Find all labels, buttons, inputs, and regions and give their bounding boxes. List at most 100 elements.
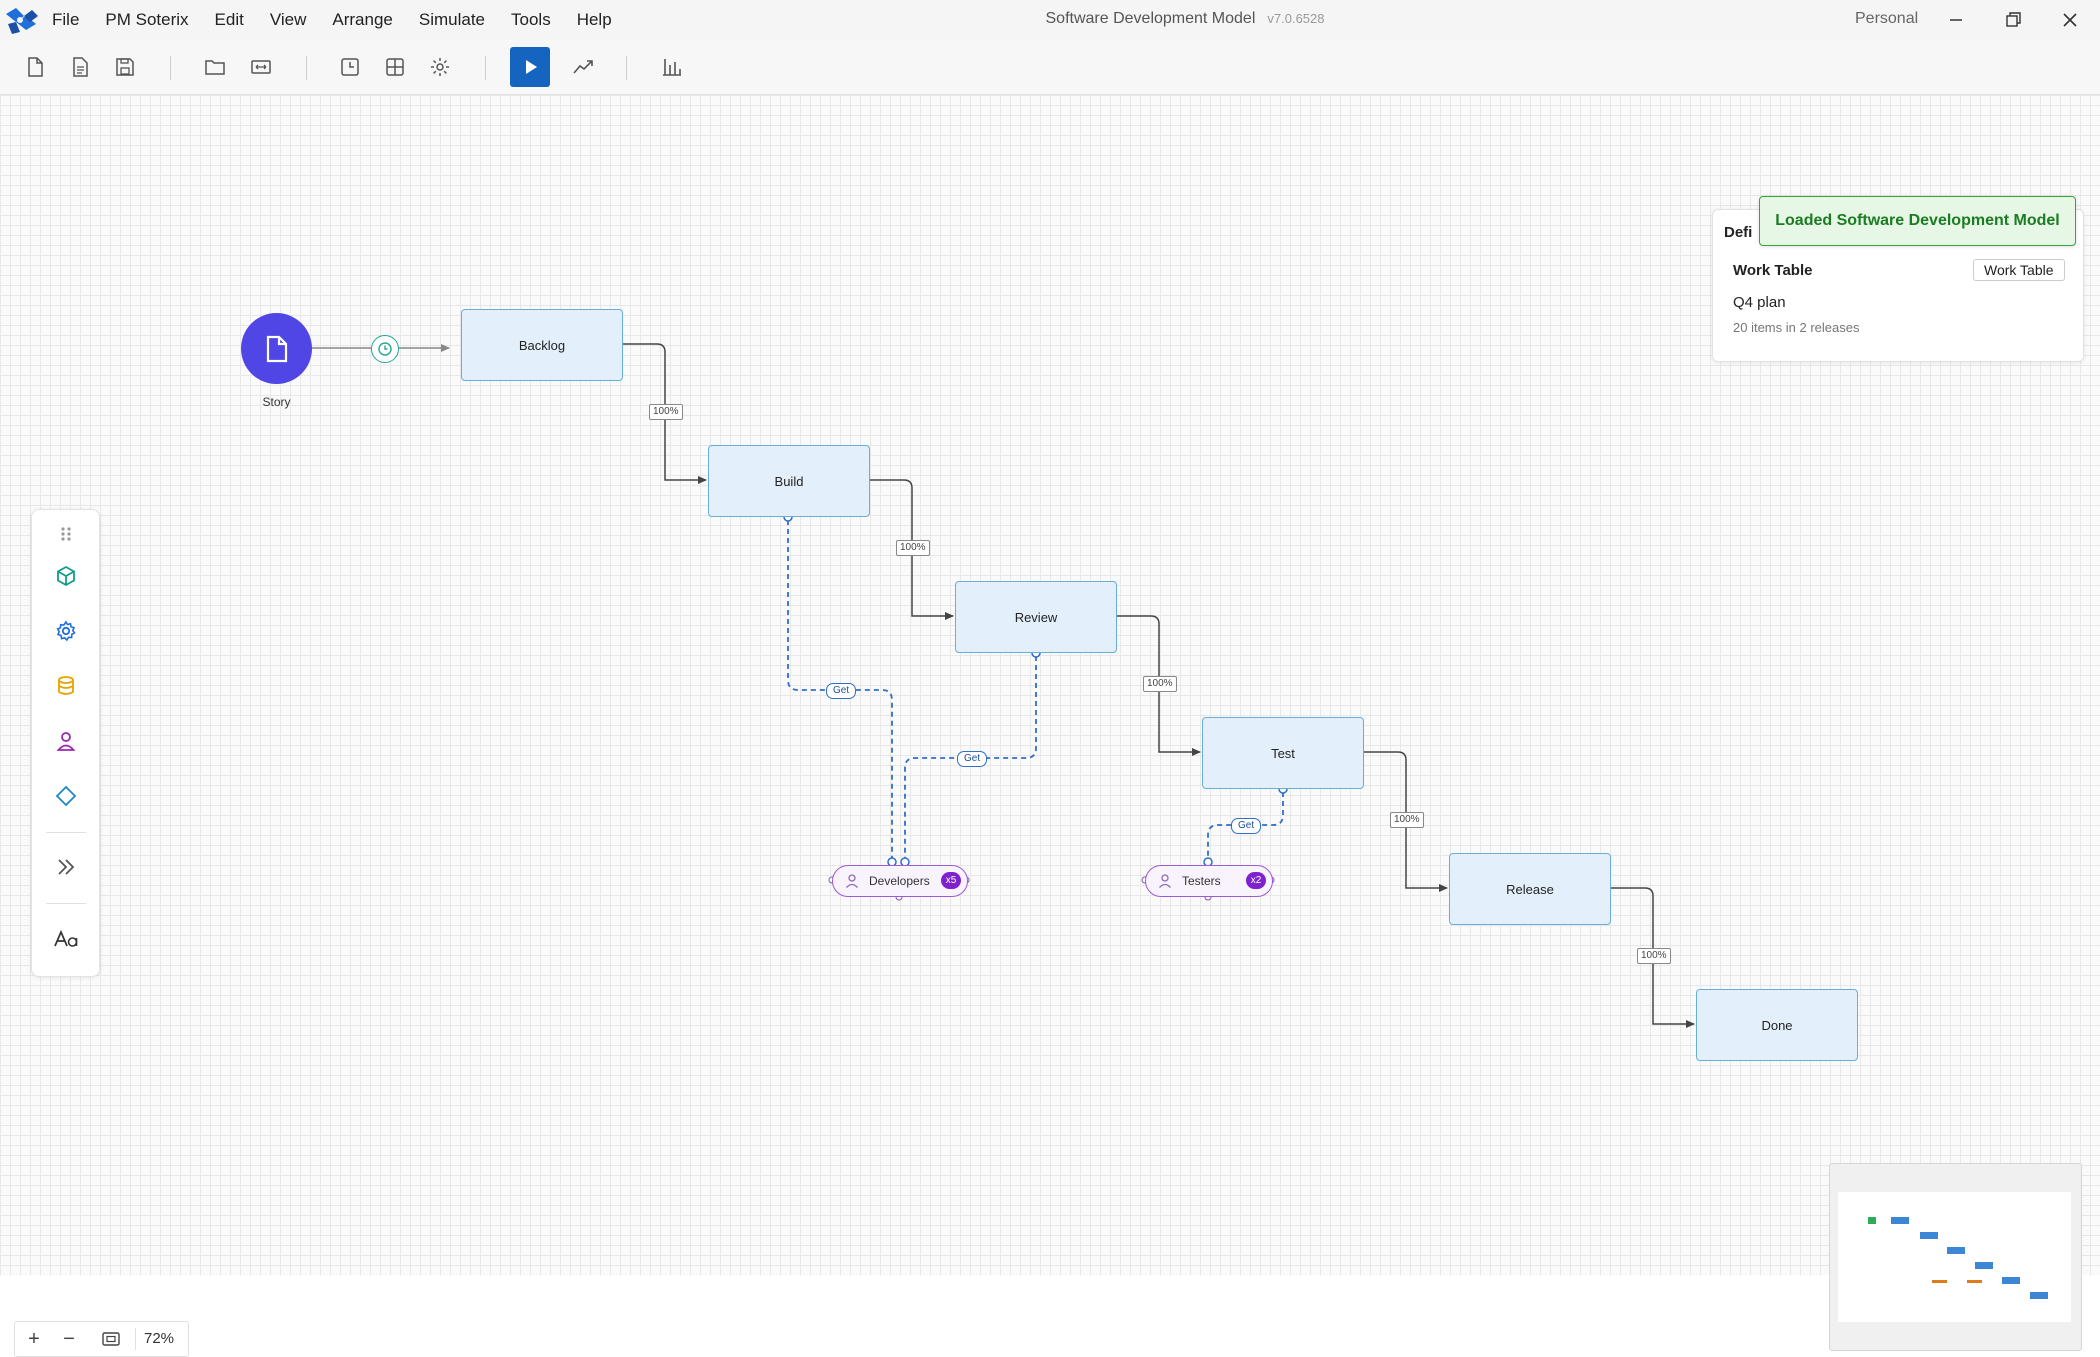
palette-gateway[interactable] (52, 782, 80, 810)
clock-icon (341, 58, 359, 76)
palette-separator (46, 903, 86, 904)
fit-to-screen-button[interactable] (99, 1327, 123, 1351)
zoom-in-button[interactable]: + (22, 1327, 46, 1351)
activity-done[interactable]: Done (1696, 989, 1858, 1061)
menu-file[interactable]: File (52, 10, 79, 30)
resource-count-badge: x5 (941, 872, 961, 889)
palette-data-store[interactable] (52, 672, 80, 700)
new-file-button[interactable] (20, 52, 50, 82)
toolbar-separator (170, 56, 171, 80)
palette-separator (46, 832, 86, 833)
fit-screen-icon (102, 1332, 120, 1346)
start-event-label: Story (262, 395, 291, 409)
minimap-resource (1967, 1280, 1982, 1283)
drag-handle-icon (61, 527, 71, 541)
notification-toast: Loaded Software Development Model (1759, 196, 2076, 246)
title-bar: File PM Soterix Edit View Arrange Simula… (0, 0, 2100, 40)
activity-backlog[interactable]: Backlog (461, 309, 623, 381)
account-label[interactable]: Personal (1855, 10, 1918, 28)
save-button[interactable] (110, 52, 140, 82)
zoom-out-button[interactable]: − (57, 1327, 81, 1351)
minimap-viewport[interactable] (1838, 1192, 2071, 1322)
element-palette (31, 509, 100, 977)
menu-simulate[interactable]: Simulate (419, 10, 485, 30)
minimap-start-event (1868, 1217, 1876, 1224)
palette-activity[interactable] (52, 562, 80, 590)
zoom-separator (135, 1328, 136, 1350)
palette-expand[interactable] (52, 853, 80, 881)
grid-button[interactable] (380, 52, 410, 82)
database-icon (58, 676, 74, 695)
close-icon[interactable] (2058, 8, 2082, 32)
menu-help[interactable]: Help (577, 10, 612, 30)
get-label[interactable]: Get (957, 751, 988, 767)
resource-testers[interactable]: Testers x2 (1145, 865, 1273, 897)
palette-text-style[interactable] (52, 925, 80, 953)
resource-name: Testers (1182, 874, 1221, 888)
activity-build[interactable]: Build (708, 445, 870, 517)
open-folder-icon (205, 60, 225, 75)
save-icon (116, 58, 134, 76)
new-file-icon (28, 57, 43, 77)
minimap-activity (1920, 1232, 1938, 1239)
zoom-level[interactable]: 72% (144, 1330, 174, 1347)
menu-pm-soterix[interactable]: PM Soterix (105, 10, 188, 30)
minimap-resource (1932, 1280, 1947, 1283)
gear-icon (56, 620, 76, 642)
timer-node[interactable] (371, 335, 399, 363)
resource-name: Developers (869, 874, 930, 888)
toolbar-separator (485, 56, 486, 80)
get-label[interactable]: Get (826, 683, 857, 699)
person-icon (1159, 874, 1171, 888)
diagram-canvas[interactable]: Story Backlog Build Review Test Release … (0, 95, 2100, 1357)
transition-probability-label[interactable]: 100% (1143, 676, 1177, 692)
bar-chart-button[interactable] (657, 52, 687, 82)
restore-icon[interactable] (2001, 8, 2025, 32)
transition-probability-label[interactable]: 100% (896, 540, 930, 556)
minimap-activity (1975, 1262, 1993, 1269)
toolbar-separator (626, 56, 627, 80)
page-icon (73, 57, 88, 77)
settings-button[interactable] (425, 52, 455, 82)
palette-drag-handle[interactable] (52, 520, 80, 548)
cube-icon (57, 565, 75, 587)
activity-release[interactable]: Release (1449, 853, 1611, 925)
minimize-icon[interactable] (1944, 8, 1968, 32)
menu-bar: File PM Soterix Edit View Arrange Simula… (52, 0, 638, 40)
activity-test[interactable]: Test (1202, 717, 1364, 789)
activity-review[interactable]: Review (955, 581, 1117, 653)
diamond-icon (55, 785, 77, 807)
get-label[interactable]: Get (1231, 818, 1262, 834)
plan-items-summary: 20 items in 2 releases (1733, 320, 1860, 335)
text-style-icon (54, 929, 78, 947)
work-table-button[interactable]: Work Table (1973, 259, 2065, 281)
resize-icon (251, 60, 271, 74)
transition-probability-label[interactable]: 100% (1390, 812, 1424, 828)
trend-button[interactable] (568, 52, 598, 82)
app-logo (6, 8, 38, 34)
transition-probability-label[interactable]: 100% (649, 404, 683, 420)
resize-button[interactable] (246, 52, 276, 82)
plan-name[interactable]: Q4 plan (1733, 294, 1786, 311)
resource-count-badge: x2 (1246, 872, 1266, 889)
start-event-story[interactable] (241, 313, 312, 384)
play-icon (526, 60, 537, 74)
menu-edit[interactable]: Edit (215, 10, 244, 30)
menu-tools[interactable]: Tools (511, 10, 551, 30)
open-folder-button[interactable] (200, 52, 230, 82)
transition-probability-label[interactable]: 100% (1637, 948, 1671, 964)
toolbar (0, 40, 2100, 95)
bar-chart-icon (663, 59, 681, 76)
play-simulation-button[interactable] (510, 47, 550, 87)
clock-button[interactable] (335, 52, 365, 82)
palette-resource[interactable] (52, 727, 80, 755)
menu-view[interactable]: View (270, 10, 307, 30)
page-button[interactable] (65, 52, 95, 82)
document-title-text: Software Development Model (1045, 10, 1256, 27)
clock-icon (378, 342, 392, 356)
menu-arrange[interactable]: Arrange (332, 10, 392, 30)
minimap-activity (2030, 1292, 2048, 1299)
resource-developers[interactable]: Developers x5 (832, 865, 968, 897)
minimap[interactable] (1829, 1163, 2082, 1351)
palette-process[interactable] (52, 617, 80, 645)
